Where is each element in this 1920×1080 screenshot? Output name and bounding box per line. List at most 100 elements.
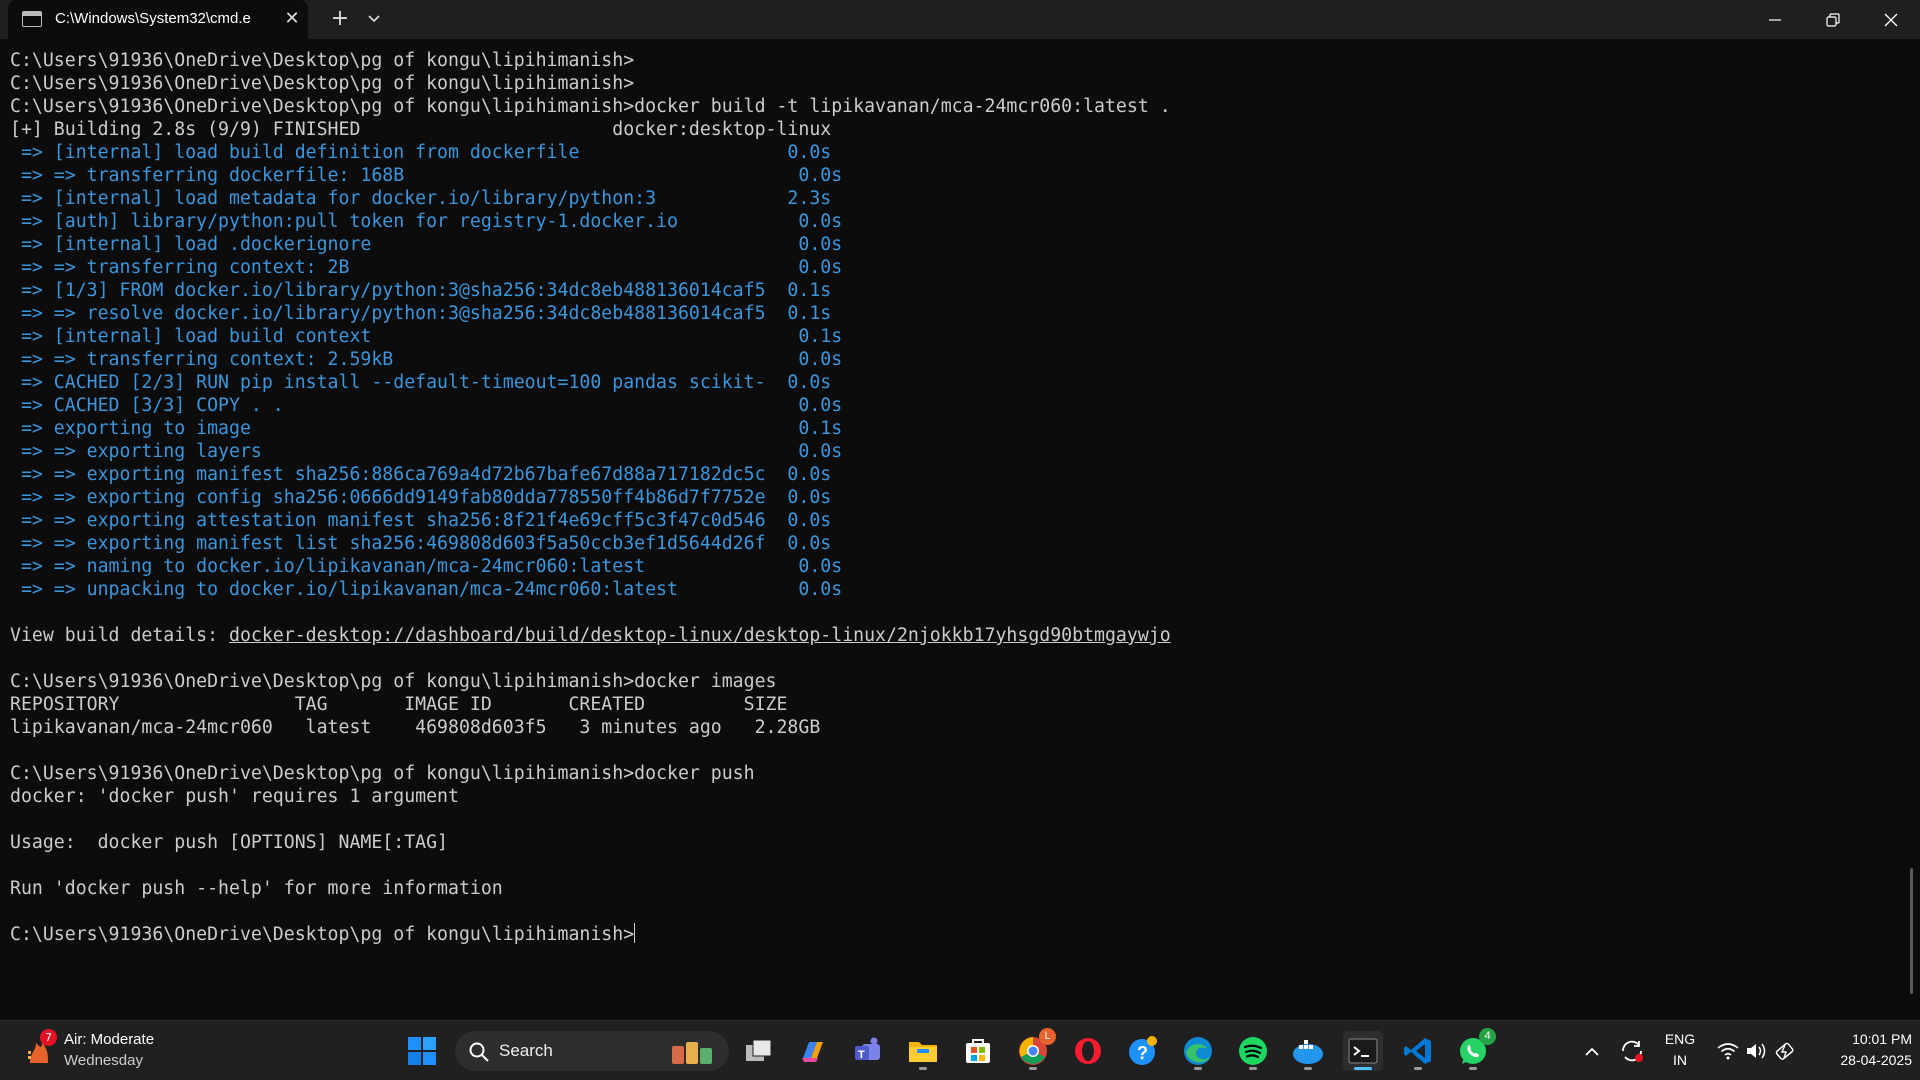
docker-icon [1293, 1040, 1323, 1064]
running-indicator [1469, 1067, 1477, 1070]
console-line-text: C:\Users\91936\OneDrive\Desktop\pg of ko… [10, 96, 1171, 117]
close-icon [1884, 13, 1898, 26]
console-line-text: => => exporting manifest sha256:886ca769… [10, 464, 832, 485]
console-line-text: Usage: docker push [OPTIONS] NAME[:TAG] [10, 832, 448, 853]
search-icon [469, 1042, 489, 1062]
console-line: => => exporting manifest list sha256:469… [10, 532, 1890, 555]
console-line: C:\Users\91936\OneDrive\Desktop\pg of ko… [10, 670, 1890, 693]
console-line: => exporting to image 0.1s [10, 417, 1890, 440]
search-label: Search [499, 1041, 553, 1060]
console-line-text: => [internal] load .dockerignore 0.0s [10, 234, 843, 255]
active-indicator [1354, 1067, 1372, 1070]
taskbar-teams[interactable]: T [848, 1031, 888, 1071]
taskbar-store[interactable] [958, 1031, 998, 1071]
console-line: REPOSITORY TAG IMAGE ID CREATED SIZE [10, 693, 1890, 716]
taskbar-opera[interactable] [1068, 1031, 1108, 1071]
region-code: IN [1673, 1052, 1687, 1068]
console-line: => => transferring dockerfile: 168B 0.0s [10, 164, 1890, 187]
console-line: Run 'docker push --help' for more inform… [10, 877, 1890, 900]
taskbar-task-view[interactable] [739, 1031, 779, 1071]
console-line: => CACHED [2/3] RUN pip install --defaul… [10, 371, 1890, 394]
minimize-button[interactable] [1746, 0, 1804, 39]
console-line: C:\Users\91936\OneDrive\Desktop\pg of ko… [10, 923, 1890, 946]
running-indicator [919, 1067, 927, 1070]
build-details-link[interactable]: docker-desktop://dashboard/build/desktop… [229, 625, 1171, 646]
console-line: C:\Users\91936\OneDrive\Desktop\pg of ko… [10, 95, 1890, 118]
show-hidden-icons-button[interactable] [1574, 1031, 1610, 1071]
running-indicator [1414, 1067, 1422, 1070]
terminal-tab[interactable]: C:\Windows\System32\cmd.e ✕ [8, 0, 308, 39]
tab-close-icon[interactable]: ✕ [280, 6, 304, 32]
console-line-text: C:\Users\91936\OneDrive\Desktop\pg of ko… [10, 763, 755, 784]
console-line: lipikavanan/mca-24mcr060 latest 469808d6… [10, 716, 1890, 739]
console-line: Usage: docker push [OPTIONS] NAME[:TAG] [10, 831, 1890, 854]
battery-icon [1775, 1042, 1794, 1060]
console-line-text: => exporting to image 0.1s [10, 418, 843, 439]
running-indicator [1029, 1067, 1037, 1070]
console-line-text: => => unpacking to docker.io/lipikavanan… [10, 579, 843, 600]
console-line: View build details: docker-desktop://das… [10, 624, 1890, 647]
console-line: => [internal] load build definition from… [10, 141, 1890, 164]
taskbar-terminal[interactable] [1343, 1031, 1383, 1071]
wifi-icon [1717, 1043, 1739, 1060]
title-bar: C:\Windows\System32\cmd.e ✕ + [0, 0, 1920, 39]
taskbar-file-explorer[interactable] [903, 1031, 943, 1071]
quick-settings-button[interactable] [1712, 1031, 1802, 1071]
tab-dropdown-button[interactable] [361, 4, 387, 34]
scrollbar[interactable] [1910, 868, 1913, 994]
running-indicator [1249, 1067, 1257, 1070]
clock-time: 10:01 PM [1852, 1031, 1912, 1047]
text-cursor [634, 923, 636, 943]
console-line-text: [+] Building 2.8s (9/9) FINISHED docker:… [10, 119, 832, 140]
console-line-text: Run 'docker push --help' for more inform… [10, 878, 503, 899]
close-window-button[interactable] [1862, 0, 1920, 39]
console-line: => => unpacking to docker.io/lipikavanan… [10, 578, 1890, 601]
console-line-text: => => exporting attestation manifest sha… [10, 510, 832, 531]
console-line: => => exporting layers 0.0s [10, 440, 1890, 463]
windows-icon [408, 1037, 436, 1065]
taskbar-whatsapp[interactable]: 4 [1453, 1028, 1496, 1071]
taskbar-help[interactable]: ? [1123, 1031, 1163, 1071]
console-line-text: C:\Users\91936\OneDrive\Desktop\pg of ko… [10, 671, 777, 692]
console-line-text: => => transferring dockerfile: 168B 0.0s [10, 165, 843, 186]
taskbar-vscode[interactable] [1398, 1031, 1438, 1071]
new-tab-button[interactable]: + [325, 4, 355, 34]
console-line-text: => => transferring context: 2.59kB 0.0s [10, 349, 843, 370]
console-line: => => transferring context: 2.59kB 0.0s [10, 348, 1890, 371]
svg-text:?: ? [1137, 1043, 1148, 1063]
edge-icon [1184, 1037, 1212, 1065]
terminal-output[interactable]: C:\Users\91936\OneDrive\Desktop\pg of ko… [10, 49, 1890, 1009]
restore-button[interactable] [1804, 0, 1862, 39]
sync-tray-button[interactable] [1614, 1031, 1650, 1071]
console-line: => => exporting manifest sha256:886ca769… [10, 463, 1890, 486]
svg-text:T: T [858, 1049, 865, 1061]
console-line: => [internal] load build context 0.1s [10, 325, 1890, 348]
search-box[interactable]: Search [455, 1031, 729, 1071]
minimize-icon [1769, 18, 1781, 21]
whatsapp-badge: 4 [1479, 1028, 1496, 1045]
console-line: C:\Users\91936\OneDrive\Desktop\pg of ko… [10, 72, 1890, 95]
console-line-text: C:\Users\91936\OneDrive\Desktop\pg of ko… [10, 50, 635, 71]
console-line-text: REPOSITORY TAG IMAGE ID CREATED SIZE [10, 694, 788, 715]
taskbar-spotify[interactable] [1233, 1031, 1273, 1071]
console-line: => CACHED [3/3] COPY . . 0.0s [10, 394, 1890, 417]
taskbar-copilot[interactable] [793, 1031, 833, 1071]
terminal-icon [1348, 1038, 1378, 1064]
copilot-icon [802, 1042, 823, 1062]
console-line: => [internal] load metadata for docker.i… [10, 187, 1890, 210]
console-line-text: => => naming to docker.io/lipikavanan/mc… [10, 556, 843, 577]
taskbar-docker[interactable] [1288, 1031, 1328, 1071]
taskbar-chrome[interactable]: L [1013, 1028, 1056, 1071]
console-line-text: => => transferring context: 2B 0.0s [10, 257, 843, 278]
console-line-text: => CACHED [3/3] COPY . . 0.0s [10, 395, 843, 416]
console-line: => => resolve docker.io/library/python:3… [10, 302, 1890, 325]
console-line: => [auth] library/python:pull token for … [10, 210, 1890, 233]
taskbar-edge[interactable] [1178, 1031, 1218, 1071]
weather-title: Air: Moderate [64, 1031, 155, 1048]
start-button[interactable] [402, 1031, 442, 1071]
chrome-badge: L [1039, 1028, 1056, 1045]
